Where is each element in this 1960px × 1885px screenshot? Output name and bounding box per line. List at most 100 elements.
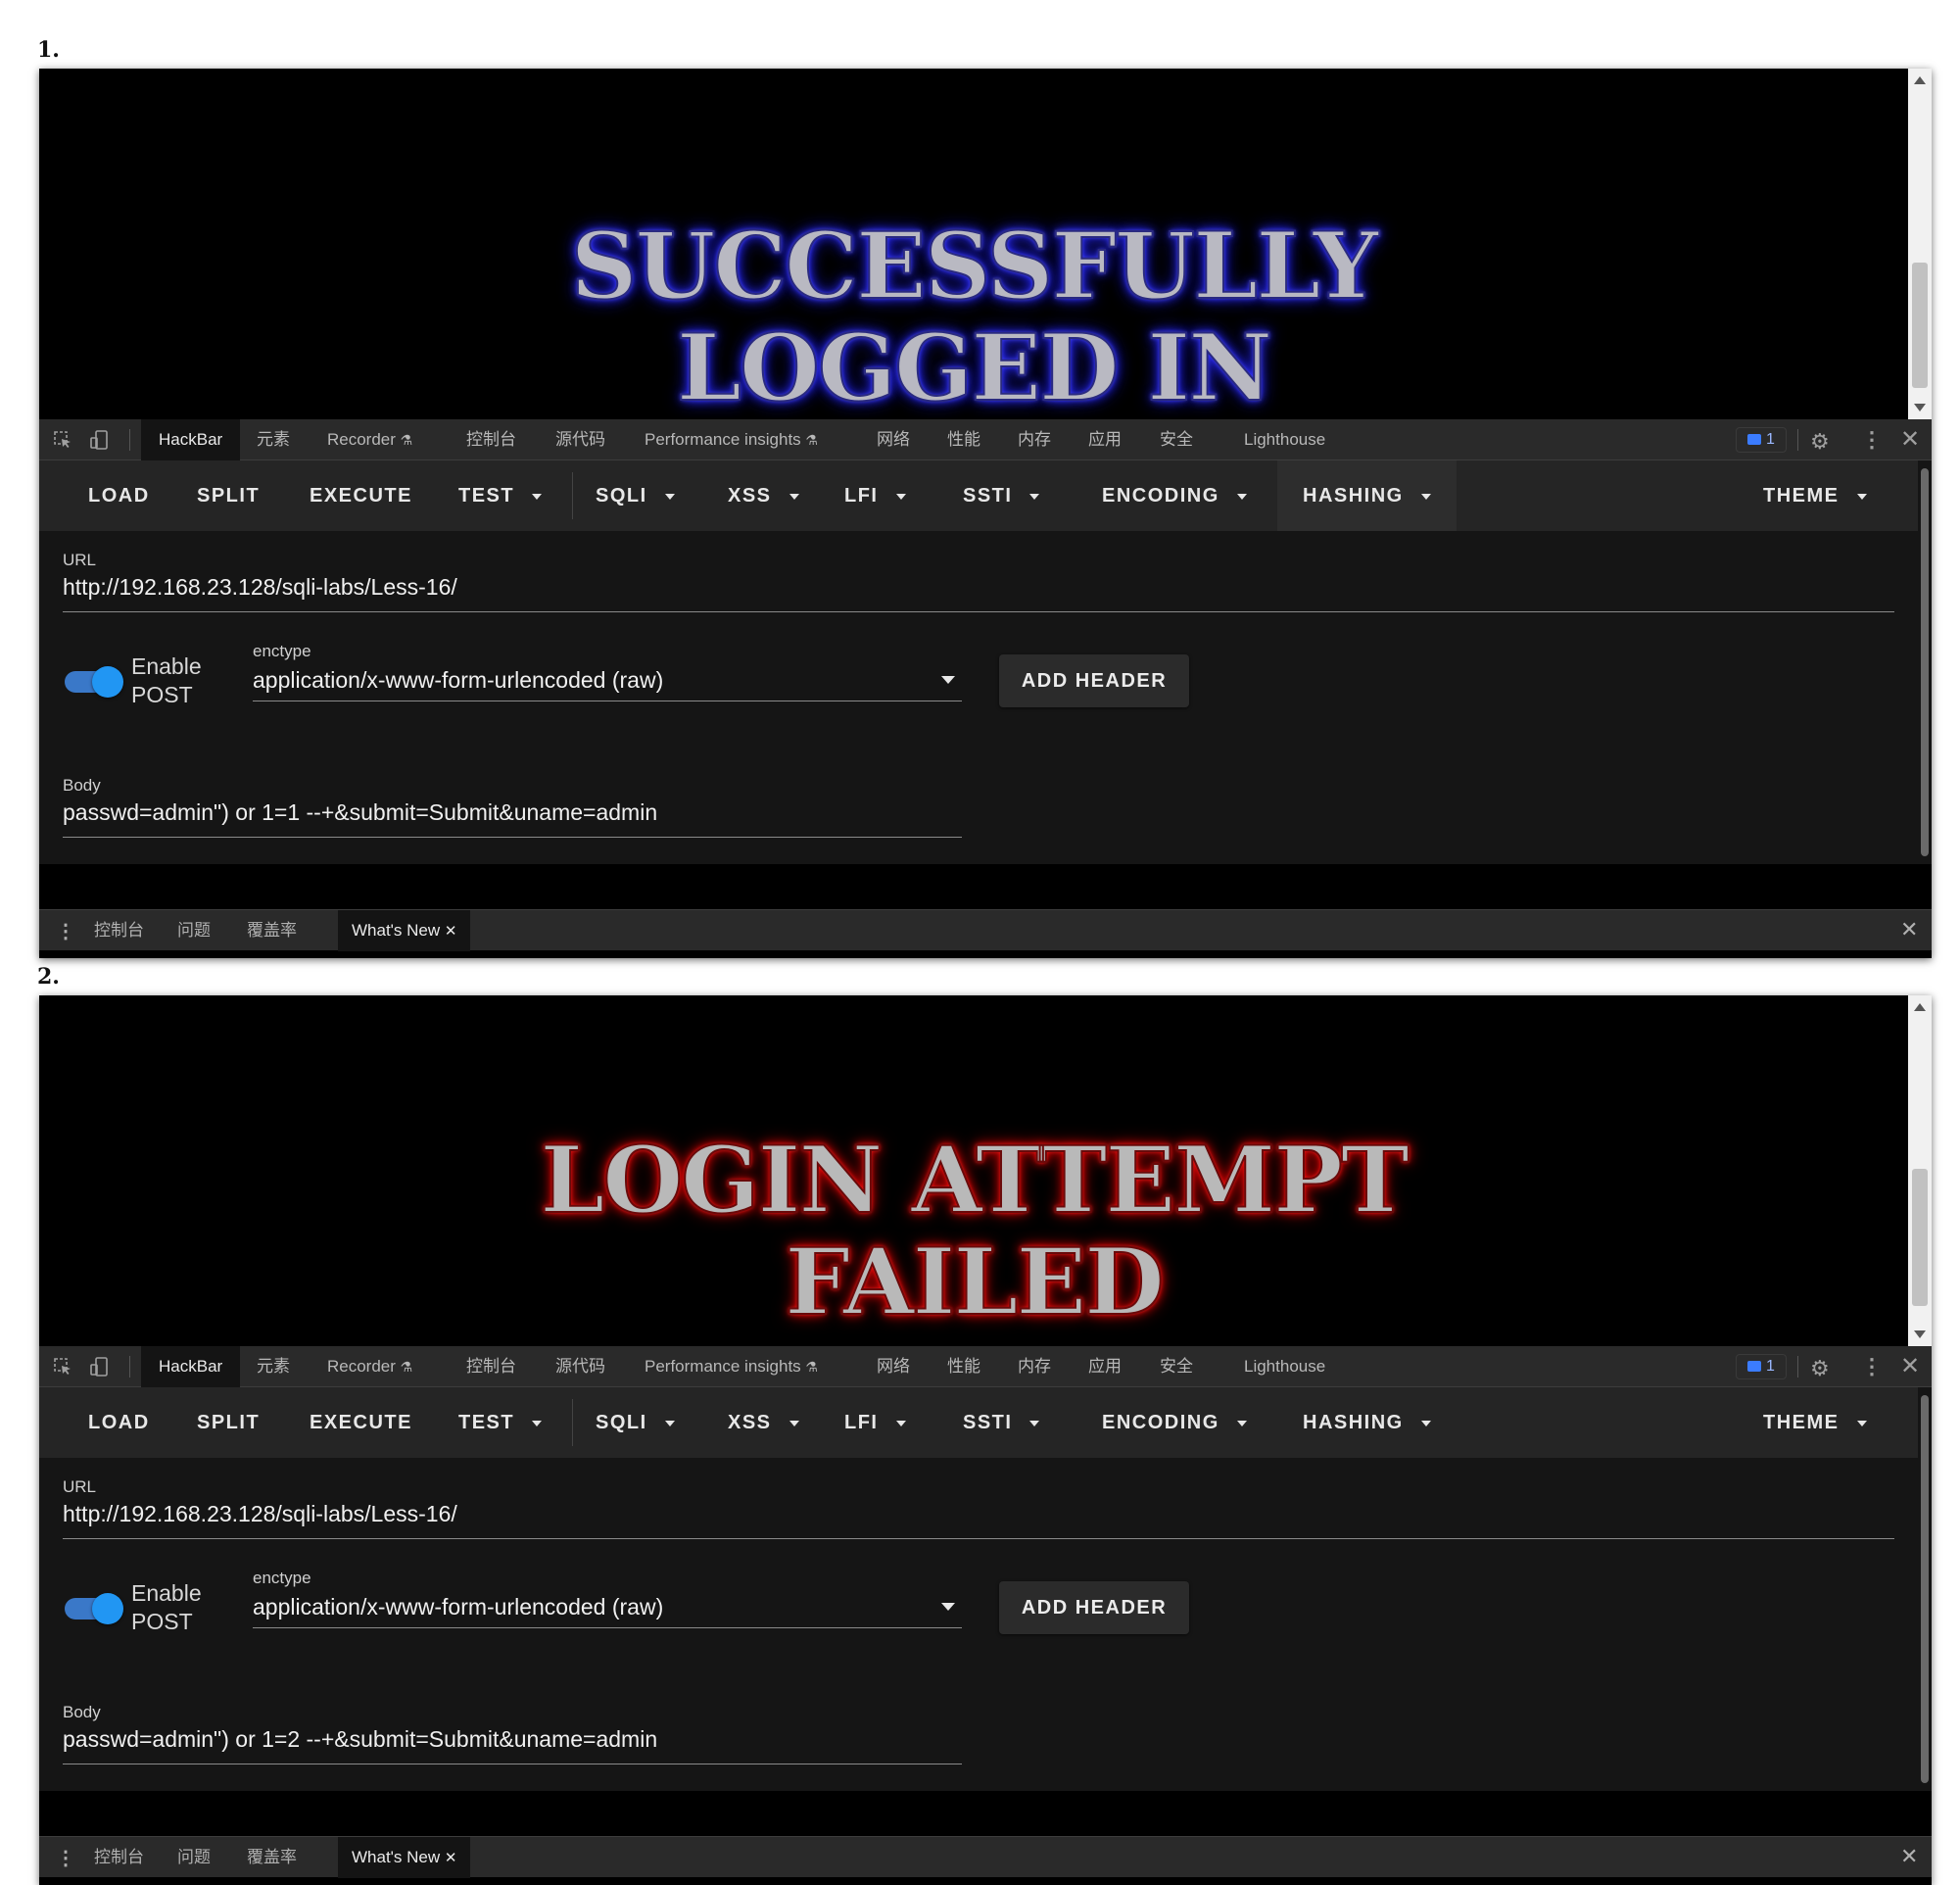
execute-button[interactable]: EXECUTE [310, 460, 412, 531]
close-drawer-icon[interactable]: ✕ [1900, 917, 1918, 942]
hackbar-scrollbar-thumb[interactable] [1921, 1395, 1929, 1783]
close-tab-icon[interactable]: ✕ [445, 1850, 457, 1866]
load-button[interactable]: LOAD [88, 460, 150, 531]
devtools-tab-security[interactable]: 安全 [1160, 419, 1193, 460]
hackbar-scrollbar[interactable] [1918, 460, 1932, 864]
drawer-tab-whats-new[interactable]: What's New ✕ [338, 1837, 471, 1878]
hashing-menu-button[interactable]: HASHING [1277, 460, 1457, 531]
drawer-tab-console[interactable]: 控制台 [94, 1837, 144, 1878]
devtools-tab-memory[interactable]: 内存 [1018, 419, 1051, 460]
drawer-tab-issues[interactable]: 问题 [177, 910, 211, 951]
url-input[interactable]: http://192.168.23.128/sqli-labs/Less-16/ [63, 574, 457, 601]
devtools-tab-elements[interactable]: 元素 [257, 1346, 290, 1387]
devtools-tab-hackbar[interactable]: HackBar [141, 1346, 241, 1387]
scroll-down-arrow-icon[interactable] [1914, 404, 1926, 411]
issues-badge[interactable]: 1 [1736, 1354, 1787, 1379]
hackbar-scrollbar-thumb[interactable] [1921, 468, 1929, 856]
split-button[interactable]: SPLIT [197, 1387, 260, 1458]
devtools-tab-security[interactable]: 安全 [1160, 1346, 1193, 1387]
drawer-tab-whats-new[interactable]: What's New ✕ [338, 910, 471, 951]
toggle-knob[interactable] [92, 1593, 123, 1624]
lfi-menu-button[interactable]: LFI [844, 460, 906, 531]
close-tab-icon[interactable]: ✕ [445, 923, 457, 940]
add-header-button[interactable]: ADD HEADER [999, 1581, 1189, 1634]
split-button[interactable]: SPLIT [197, 460, 260, 531]
close-devtools-icon[interactable]: ✕ [1900, 425, 1920, 454]
hashing-menu-button[interactable]: HASHING [1277, 1387, 1457, 1458]
devtools-tab-performance[interactable]: 性能 [947, 419, 980, 460]
devtools-tab-recorder-label: Recorder [327, 430, 396, 449]
more-options-icon[interactable]: ⋮ [1861, 427, 1883, 453]
devtools-tab-hackbar[interactable]: HackBar [141, 419, 241, 460]
device-toolbar-icon[interactable] [90, 430, 110, 455]
devtools-tab-memory[interactable]: 内存 [1018, 1346, 1051, 1387]
devtools-tab-performance-insights[interactable]: Performance insights ⚗ [645, 1346, 818, 1387]
xss-menu-button[interactable]: XSS [728, 460, 799, 531]
sqli-menu-button[interactable]: SQLI [596, 460, 675, 531]
xss-menu-button[interactable]: XSS [728, 1387, 799, 1458]
test-menu-button[interactable]: TEST [458, 460, 543, 531]
page-scrollbar[interactable] [1908, 995, 1932, 1346]
devtools-tab-recorder[interactable]: Recorder ⚗ [327, 419, 412, 460]
enctype-label: enctype [253, 642, 311, 660]
drawer-tab-console[interactable]: 控制台 [94, 910, 144, 951]
select-dropdown-arrow-icon[interactable] [941, 1603, 955, 1611]
hackbar-scrollbar[interactable] [1918, 1387, 1932, 1791]
toggle-knob[interactable] [92, 666, 123, 698]
ssti-menu-button[interactable]: SSTI [963, 1387, 1040, 1458]
drawer-tab-coverage[interactable]: 覆盖率 [247, 910, 297, 951]
test-menu-button[interactable]: TEST [458, 1387, 543, 1458]
select-dropdown-arrow-icon[interactable] [941, 676, 955, 684]
enable-post-toggle[interactable] [65, 666, 123, 698]
theme-menu-button[interactable]: THEME [1763, 1387, 1867, 1458]
add-header-button[interactable]: ADD HEADER [999, 654, 1189, 707]
body-input[interactable]: passwd=admin") or 1=1 --+&submit=Submit&… [63, 799, 657, 826]
scroll-up-arrow-icon[interactable] [1914, 76, 1926, 84]
more-options-icon[interactable]: ⋮ [1861, 1354, 1883, 1379]
ssti-menu-button[interactable]: SSTI [963, 460, 1040, 531]
drawer-tab-coverage[interactable]: 覆盖率 [247, 1837, 297, 1878]
devtools-tab-network[interactable]: 网络 [877, 1346, 910, 1387]
drawer-menu-icon[interactable]: ⋮ [56, 1846, 75, 1870]
devtools-tab-recorder[interactable]: Recorder ⚗ [327, 1346, 412, 1387]
drawer-menu-icon[interactable]: ⋮ [56, 919, 75, 943]
devtools-tab-console[interactable]: 控制台 [466, 1346, 516, 1387]
sqli-menu-button[interactable]: SQLI [596, 1387, 675, 1458]
scroll-down-arrow-icon[interactable] [1914, 1330, 1926, 1338]
scroll-up-arrow-icon[interactable] [1914, 1003, 1926, 1011]
page-scrollbar-thumb[interactable] [1912, 263, 1928, 388]
devtools-tab-application[interactable]: 应用 [1088, 1346, 1122, 1387]
drawer-tab-issues[interactable]: 问题 [177, 1837, 211, 1878]
devtools-tab-elements[interactable]: 元素 [257, 419, 290, 460]
load-button[interactable]: LOAD [88, 1387, 150, 1458]
execute-button[interactable]: EXECUTE [310, 1387, 412, 1458]
devtools-tab-application[interactable]: 应用 [1088, 419, 1122, 460]
page-scrollbar[interactable] [1908, 69, 1932, 419]
encoding-menu-button[interactable]: ENCODING [1102, 1387, 1247, 1458]
enctype-select[interactable]: application/x-www-form-urlencoded (raw) [253, 667, 663, 694]
devtools-tab-network[interactable]: 网络 [877, 419, 910, 460]
issues-badge[interactable]: 1 [1736, 427, 1787, 453]
page-scrollbar-thumb[interactable] [1912, 1169, 1928, 1306]
url-input[interactable]: http://192.168.23.128/sqli-labs/Less-16/ [63, 1501, 457, 1527]
inspect-element-icon[interactable] [53, 430, 72, 455]
devtools-tab-lighthouse[interactable]: Lighthouse [1244, 419, 1325, 460]
lfi-menu-button[interactable]: LFI [844, 1387, 906, 1458]
inspect-element-icon[interactable] [53, 1357, 72, 1381]
encoding-menu-button[interactable]: ENCODING [1102, 460, 1247, 531]
body-input[interactable]: passwd=admin") or 1=2 --+&submit=Submit&… [63, 1726, 657, 1753]
devtools-tab-performance[interactable]: 性能 [947, 1346, 980, 1387]
devtools-tab-lighthouse[interactable]: Lighthouse [1244, 1346, 1325, 1387]
devtools-tab-performance-insights[interactable]: Performance insights ⚗ [645, 419, 818, 460]
enable-post-toggle[interactable] [65, 1593, 123, 1624]
enctype-select[interactable]: application/x-www-form-urlencoded (raw) [253, 1594, 663, 1620]
settings-gear-icon[interactable]: ⚙ [1810, 429, 1830, 455]
close-drawer-icon[interactable]: ✕ [1900, 1844, 1918, 1869]
devtools-tab-sources[interactable]: 源代码 [555, 1346, 605, 1387]
settings-gear-icon[interactable]: ⚙ [1810, 1356, 1830, 1381]
device-toolbar-icon[interactable] [90, 1357, 110, 1381]
devtools-tab-console[interactable]: 控制台 [466, 419, 516, 460]
close-devtools-icon[interactable]: ✕ [1900, 1352, 1920, 1380]
theme-menu-button[interactable]: THEME [1763, 460, 1867, 531]
devtools-tab-sources[interactable]: 源代码 [555, 419, 605, 460]
